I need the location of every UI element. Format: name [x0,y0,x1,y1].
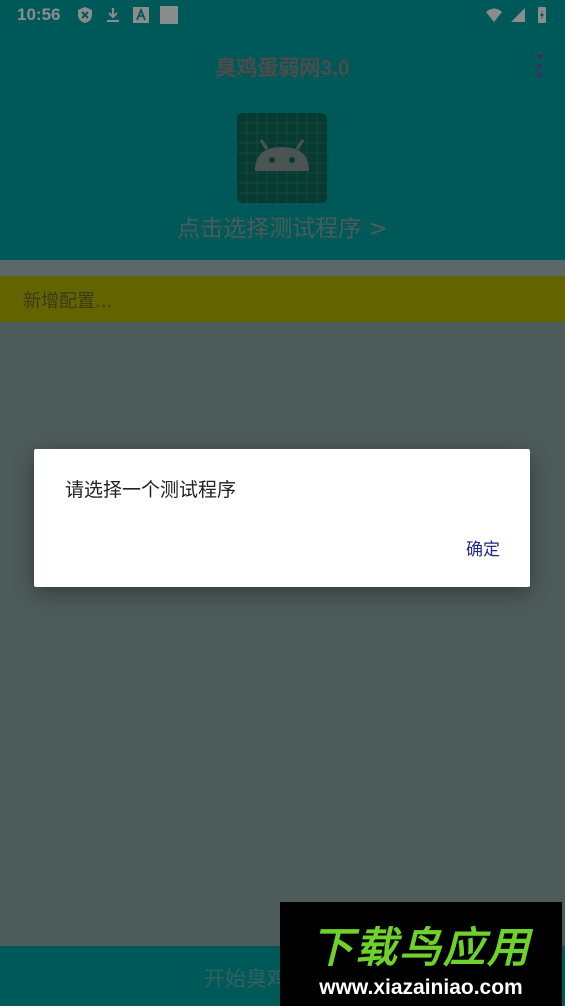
watermark-url: www.xiazainiao.com [319,976,523,999]
dialog-message: 请选择一个测试程序 [65,479,237,501]
ok-button[interactable]: 确定 [466,535,500,560]
alert-dialog: 请选择一个测试程序 确定 [34,449,530,587]
watermark-title: 下载鸟应用 [310,923,531,972]
watermark-logo: 下载鸟应用 www.xiazainiao.com [280,902,562,1006]
